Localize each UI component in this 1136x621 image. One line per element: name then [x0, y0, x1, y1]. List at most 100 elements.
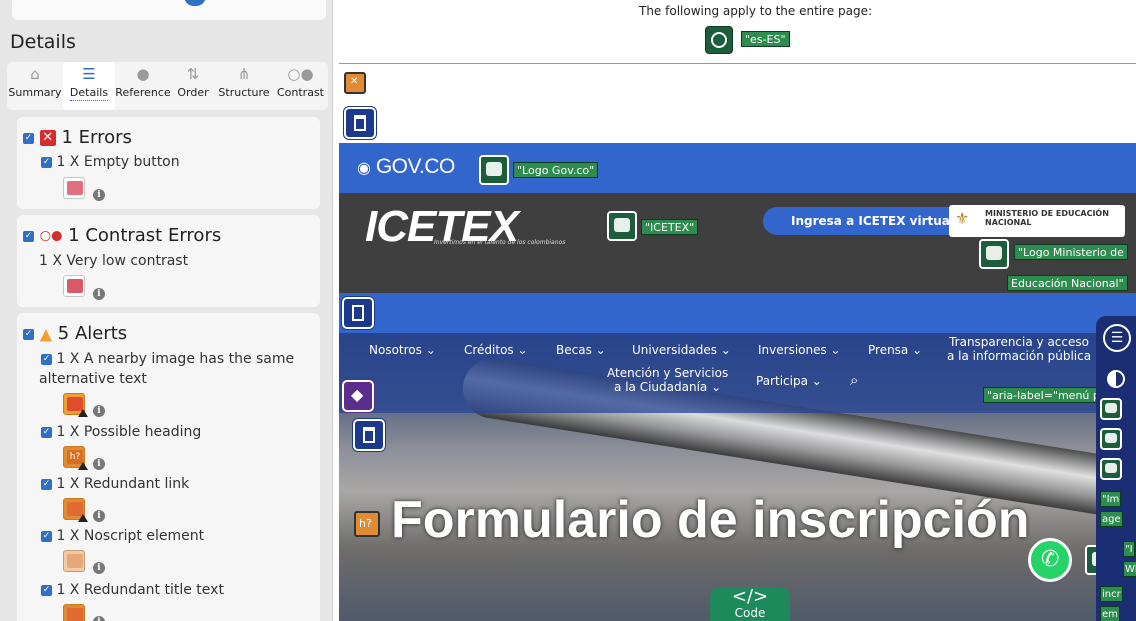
home-icon: ⌂: [30, 65, 40, 83]
accessibility-sidebar: ☰ "Im age "I Wh incr em: [1096, 316, 1136, 621]
list-icon: ☰: [82, 65, 96, 83]
panel-title: Details: [10, 31, 76, 53]
tab-contrast[interactable]: ○● Contrast: [273, 62, 328, 110]
info-icon[interactable]: i: [93, 510, 105, 522]
info-icon[interactable]: i: [93, 288, 105, 300]
alert-item-label: 1 X Redundant link: [56, 476, 190, 492]
panel-top-fragment: [12, 0, 326, 20]
alt-text-icon[interactable]: [607, 211, 637, 241]
alerts-heading: 5 Alerts: [57, 323, 128, 344]
icetex-alt-label: "ICETEX": [641, 219, 699, 235]
hero-title: Formulario de inscripción: [391, 491, 1030, 549]
alt-text-icon[interactable]: [1100, 428, 1122, 450]
contrast-icon[interactable]: [1107, 370, 1125, 388]
list-icon[interactable]: ☰: [1103, 324, 1131, 352]
toggle-fragment[interactable]: [184, 0, 206, 6]
low-contrast-icon[interactable]: [63, 275, 85, 297]
contrast-icon: ○●: [39, 228, 63, 244]
alert-item-checkbox[interactable]: ✓: [41, 478, 52, 490]
alert-item-row: ✓ 1 X Redundant link: [41, 476, 189, 492]
tab-summary[interactable]: ⌂ Summary: [7, 62, 63, 110]
alert-item-row: ✓ 1 X A nearby image has the same: [41, 351, 294, 367]
nav-region-icon[interactable]: [342, 297, 374, 329]
errors-checkbox[interactable]: ✓: [23, 132, 34, 144]
tab-order[interactable]: ⇅ Order: [171, 62, 215, 110]
tab-structure[interactable]: ⋔ Structure: [215, 62, 273, 110]
contrast-checkbox[interactable]: ✓: [23, 230, 34, 242]
error-item-label: 1 X Empty button: [56, 154, 180, 170]
error-item-row: ✓ 1 X Empty button: [41, 154, 180, 170]
alert-item-checkbox[interactable]: ✓: [41, 353, 52, 365]
alert-item-checkbox[interactable]: ✓: [41, 584, 52, 596]
side-label: "Im: [1100, 491, 1122, 507]
nav-inversiones[interactable]: Inversiones ⌄: [758, 343, 841, 357]
nav-creditos[interactable]: Créditos ⌄: [464, 343, 528, 357]
info-icon[interactable]: i: [93, 616, 105, 621]
icetex-tagline: Invertimos en el talento de los colombia…: [434, 239, 566, 246]
side-label: "I: [1123, 541, 1135, 557]
page-apply-text: The following apply to the entire page:: [639, 4, 873, 18]
nav-transparencia[interactable]: Transparencia y acceso a la información …: [947, 335, 1091, 363]
region-icon[interactable]: [344, 107, 376, 139]
nav-becas[interactable]: Becas ⌄: [556, 343, 606, 357]
alt-text-icon[interactable]: [1100, 458, 1122, 480]
ingresa-button[interactable]: Ingresa a ICETEX virtual: [763, 207, 954, 235]
empty-button-error-icon[interactable]: ✕: [344, 72, 366, 94]
redundant-link-icon[interactable]: [63, 498, 88, 522]
info-icon[interactable]: i: [93, 189, 105, 201]
coat-of-arms-icon: ⚜: [955, 209, 970, 228]
page-preview: The following apply to the entire page: …: [339, 0, 1136, 621]
nav-prensa[interactable]: Prensa ⌄: [868, 343, 922, 357]
alert-item-row: ✓ 1 X Noscript element: [41, 528, 204, 544]
aria-label-tag: "aria-label="menú p: [983, 387, 1104, 403]
language-label: "es-ES": [741, 31, 790, 47]
nav-nosotros[interactable]: Nosotros ⌄: [369, 343, 436, 357]
contrast-icon: ○●: [287, 65, 314, 83]
alert-item-checkbox[interactable]: ✓: [41, 426, 52, 438]
region-icon[interactable]: [353, 419, 385, 451]
gov-bar: [339, 143, 1136, 193]
heading-alert-icon[interactable]: h?: [63, 446, 88, 470]
ministerio-logo[interactable]: ⚜ MINISTERIO DE EDUCACIÓN NACIONAL: [949, 205, 1125, 237]
side-label: incr: [1100, 586, 1123, 602]
alt-text-icon[interactable]: [479, 155, 509, 185]
possible-heading-icon[interactable]: h?: [354, 511, 380, 537]
alerts-checkbox[interactable]: ✓: [23, 328, 34, 340]
alt-text-alert-icon[interactable]: [63, 393, 88, 417]
nav-universidades[interactable]: Universidades ⌄: [632, 343, 731, 357]
ministerio-alt-label-2: Educación Nacional": [1007, 275, 1128, 291]
language-icon[interactable]: [705, 26, 733, 54]
alerts-card: ✓ ▲ 5 Alerts ✓ 1 X A nearby image has th…: [17, 313, 320, 621]
errors-heading-row: ✓ ✕ 1 Errors: [23, 127, 132, 148]
noscript-icon[interactable]: [63, 550, 85, 572]
tab-details[interactable]: ☰ Details: [63, 62, 115, 110]
code-toggle[interactable]: </> Code: [710, 587, 790, 621]
contrast-heading: 1 Contrast Errors: [68, 225, 222, 246]
info-icon[interactable]: i: [93, 562, 105, 574]
info-icon[interactable]: i: [93, 405, 105, 417]
tab-reference[interactable]: ● Reference: [115, 62, 171, 110]
side-label: Wh: [1123, 561, 1136, 577]
nav-band: [339, 293, 1136, 333]
alt-text-icon[interactable]: [979, 239, 1009, 269]
nav-participa[interactable]: Participa ⌄: [756, 374, 822, 388]
whatsapp-icon[interactable]: ✆: [1028, 538, 1072, 582]
separator: [339, 63, 1136, 64]
alert-item-checkbox[interactable]: ✓: [41, 530, 52, 542]
tag-icon[interactable]: ◆: [342, 380, 374, 412]
empty-button-icon[interactable]: [63, 177, 85, 199]
alert-item-label: 1 X Noscript element: [56, 528, 205, 544]
structure-icon: ⋔: [237, 65, 251, 83]
alt-text-icon[interactable]: [1100, 398, 1122, 420]
info-icon[interactable]: i: [93, 458, 105, 470]
contrast-item-label: 1 X Very low contrast: [39, 253, 189, 269]
redundant-title-icon[interactable]: [63, 604, 85, 621]
gov-logo-text[interactable]: ◉ GOV.CO: [357, 155, 455, 179]
ministerio-alt-label-1: "Logo Ministerio de: [1014, 244, 1128, 260]
empty-button-checkbox[interactable]: ✓: [41, 156, 52, 168]
alert-item-row: ✓ 1 X Redundant title text: [41, 582, 224, 598]
search-icon[interactable]: ⌕: [850, 371, 858, 389]
alert-item-row: ✓ 1 X Possible heading: [41, 424, 201, 440]
nav-atencion[interactable]: Atención y Servicios a la Ciudadanía ⌄: [607, 366, 728, 394]
alerts-heading-row: ✓ ▲ 5 Alerts: [23, 323, 127, 344]
